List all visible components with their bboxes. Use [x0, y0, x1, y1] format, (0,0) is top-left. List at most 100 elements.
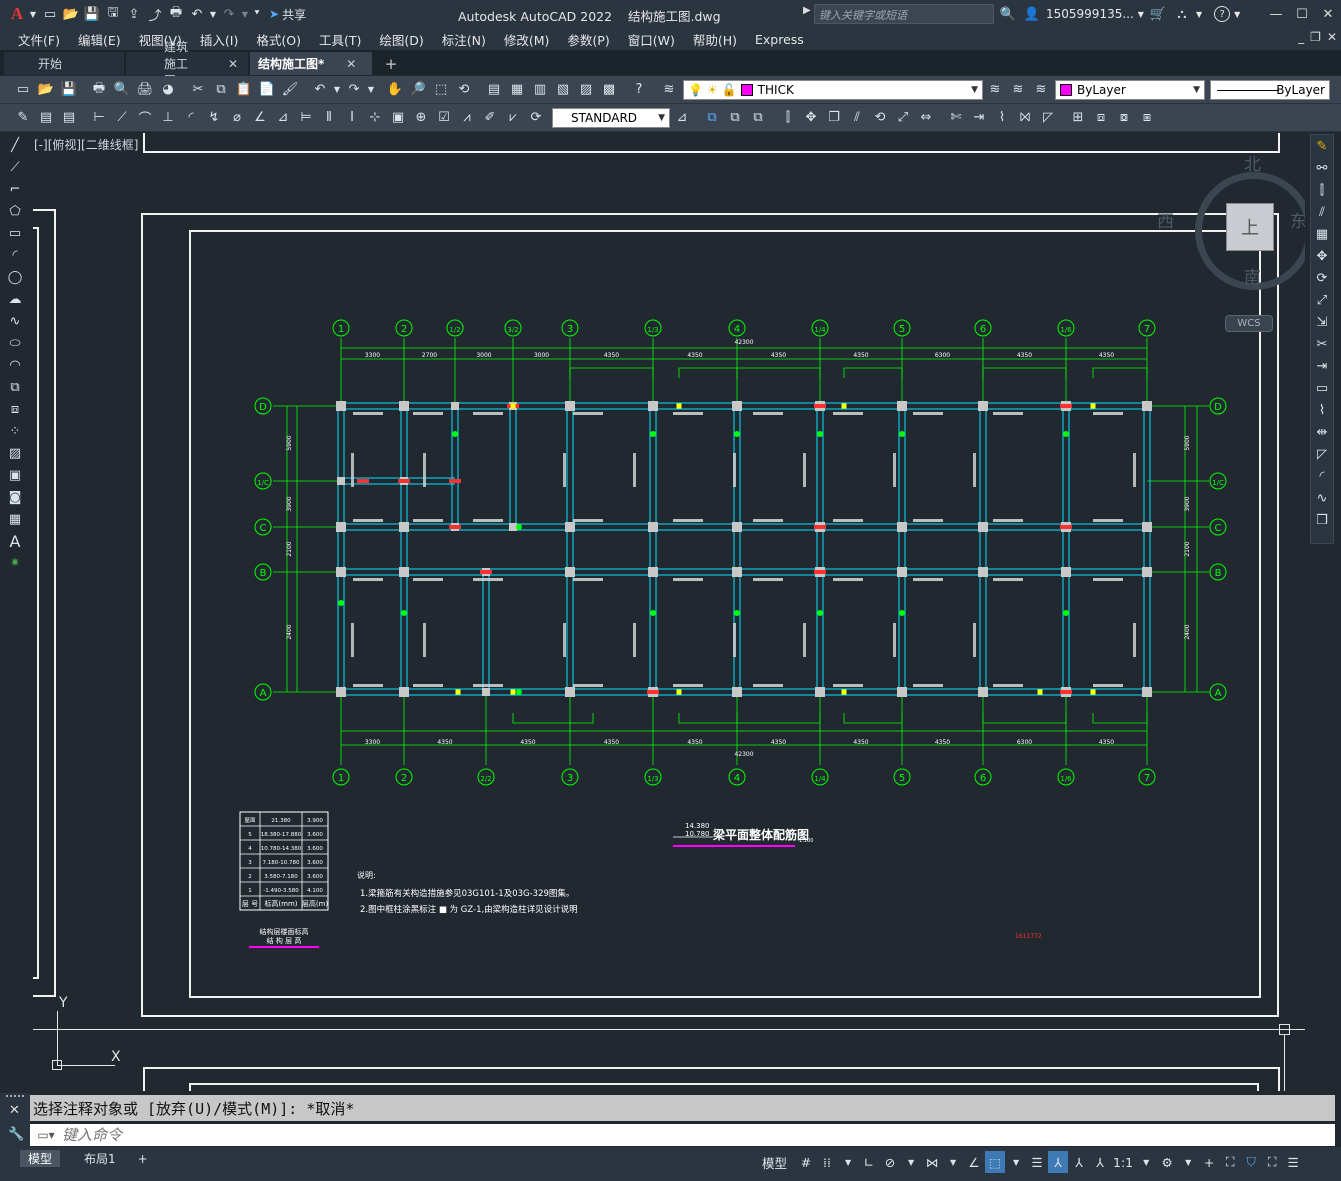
menu-draw[interactable]: 绘图(D): [371, 30, 433, 49]
ellipse-icon[interactable]: ⬭: [5, 332, 25, 354]
chamfer-icon[interactable]: ◸: [1037, 107, 1059, 129]
redo-icon[interactable]: ↷: [219, 4, 239, 24]
command-input-row[interactable]: ▭▾: [30, 1124, 1335, 1146]
viewcube-top-face[interactable]: 上: [1226, 203, 1274, 251]
publish-icon[interactable]: 🖨: [134, 79, 156, 101]
fillet-icon[interactable]: ◜: [1312, 465, 1332, 487]
new-icon[interactable]: ▭: [12, 79, 34, 101]
dim-break-icon[interactable]: ⊹: [364, 107, 386, 129]
blend-icon[interactable]: ∿: [1312, 487, 1332, 509]
add-selected-icon[interactable]: ⁕: [5, 552, 25, 574]
menu-modify[interactable]: 修改(M): [496, 30, 560, 49]
dim-angular-icon[interactable]: ∠: [249, 107, 271, 129]
save-icon[interactable]: 💾: [58, 79, 80, 101]
save-as-icon[interactable]: 🖫: [103, 4, 123, 24]
trim-icon[interactable]: ✄: [945, 107, 967, 129]
tab-architecture-drawing[interactable]: 建筑施工图 ✕: [126, 40, 248, 88]
user-icon[interactable]: 👤: [1022, 4, 1042, 24]
snap-icon[interactable]: ⁞⁞: [817, 1151, 837, 1173]
pan-icon[interactable]: ✋: [384, 79, 406, 101]
add-layout-icon[interactable]: +: [129, 1150, 156, 1167]
dim-edit-icon[interactable]: ✐: [479, 107, 501, 129]
extend-icon[interactable]: ⇥: [968, 107, 990, 129]
zoom-previous-icon[interactable]: ⟲: [453, 79, 475, 101]
snap-dropdown-icon[interactable]: ▼: [838, 1151, 858, 1173]
customize-wrench-icon[interactable]: 🔧: [8, 1127, 24, 1142]
preview-icon[interactable]: 🔍: [111, 79, 133, 101]
redo-icon[interactable]: ↷: [343, 79, 365, 101]
tab-close-icon[interactable]: ✕: [228, 57, 238, 71]
polar-dropdown-icon[interactable]: ▼: [901, 1151, 921, 1173]
workspace-dropdown-icon[interactable]: ▼: [1178, 1151, 1198, 1173]
object-snap-icon[interactable]: ⬚: [985, 1151, 1006, 1173]
workspace-gear-icon[interactable]: ⚙: [1157, 1151, 1177, 1173]
3d-print-icon[interactable]: ◕: [157, 79, 179, 101]
layout-tab-model[interactable]: 模型: [20, 1150, 61, 1167]
plot-icon[interactable]: 🖶: [166, 4, 186, 24]
help-dropdown-icon[interactable]: ▼: [1234, 10, 1240, 19]
annotate-icon[interactable]: ✎: [12, 107, 34, 129]
customize-qat-icon[interactable]: ⯆: [251, 4, 263, 24]
group-edit-icon[interactable]: ⧉: [747, 107, 769, 129]
viewcube-north[interactable]: 北: [1244, 150, 1261, 175]
menu-window[interactable]: 窗口(W): [620, 30, 685, 49]
dim-space-icon[interactable]: Ⅰ: [341, 107, 363, 129]
properties-icon[interactable]: ▤: [483, 79, 505, 101]
menu-insert[interactable]: 插入(I): [192, 30, 248, 49]
viewcube[interactable]: 北 西 东 南 上 WCS: [1157, 147, 1305, 332]
hatch-icon[interactable]: ▨: [5, 442, 25, 464]
autodesk-app-icon[interactable]: ⛬: [1172, 4, 1192, 24]
center-mark-icon[interactable]: ⊕: [410, 107, 432, 129]
scale-dropdown-icon[interactable]: ▼: [1136, 1151, 1156, 1173]
close-icon[interactable]: ✕: [1315, 0, 1341, 28]
paste-icon[interactable]: 📋: [233, 79, 255, 101]
undo-dropdown-icon[interactable]: ▼: [208, 4, 218, 24]
minimize-icon[interactable]: —: [1263, 0, 1289, 28]
app-menu-chevron-icon[interactable]: ▼: [28, 4, 38, 24]
grid-icon[interactable]: #: [796, 1151, 816, 1173]
lineweight-icon[interactable]: ☰: [1027, 1151, 1047, 1173]
layer-manager-icon[interactable]: ≋: [658, 79, 680, 101]
layout-tab-layout1[interactable]: 布局1: [76, 1150, 124, 1167]
command-recent-icon[interactable]: ▭▾: [30, 1125, 62, 1145]
write-block-icon[interactable]: ⧇: [1113, 107, 1135, 129]
spline-icon[interactable]: ∿: [5, 310, 25, 332]
object-tracking-icon[interactable]: ∠: [964, 1151, 984, 1173]
annotation-monitor-icon[interactable]: +: [1199, 1151, 1219, 1173]
extend-icon[interactable]: ⇥: [1312, 355, 1332, 377]
dim-diameter-icon[interactable]: ⌀: [226, 107, 248, 129]
zoom-realtime-icon[interactable]: 🔎: [407, 79, 429, 101]
redo-dropdown-icon[interactable]: ▼: [366, 79, 376, 101]
array-icon[interactable]: ▦: [1312, 223, 1332, 245]
undo-icon[interactable]: ↶: [309, 79, 331, 101]
tool-palettes-icon[interactable]: ▥: [529, 79, 551, 101]
match-properties-icon[interactable]: 🖌: [279, 79, 301, 101]
grip-square[interactable]: [1279, 1024, 1290, 1035]
attribute-icon[interactable]: ⧆: [1136, 107, 1158, 129]
dim-text-edit-icon[interactable]: ⩗: [502, 107, 524, 129]
layer-state-icon[interactable]: ≋: [1030, 79, 1052, 101]
open-icon[interactable]: 📂: [35, 79, 57, 101]
layer-dropdown[interactable]: 💡 ☀ 🔓 THICK ▼: [683, 79, 983, 100]
menu-help[interactable]: 帮助(H): [685, 30, 747, 49]
doc-minimize-icon[interactable]: _: [1298, 30, 1304, 44]
new-file-icon[interactable]: ▭: [40, 4, 60, 24]
save-icon[interactable]: 💾: [82, 4, 102, 24]
viewcube-east[interactable]: 东: [1290, 207, 1305, 232]
cut-icon[interactable]: ✂: [187, 79, 209, 101]
user-dropdown-icon[interactable]: ▼: [1138, 10, 1144, 19]
export-icon[interactable]: ⇪: [124, 4, 144, 24]
move-icon[interactable]: ✥: [800, 107, 822, 129]
sheet-set-icon[interactable]: ▧: [552, 79, 574, 101]
annotation-visibility-icon[interactable]: ⅄: [1048, 1151, 1069, 1173]
make-current-icon[interactable]: ≋: [984, 79, 1006, 101]
rectangle-icon[interactable]: ▭: [5, 222, 25, 244]
drawing-canvas[interactable]: [-][俯视][二维线框] 3300 2700 3000 3000 4350 4350 43…: [33, 133, 1305, 1091]
break-at-point-icon[interactable]: ▭: [1312, 377, 1332, 399]
dim-continue-icon[interactable]: ⫴: [318, 107, 340, 129]
point-icon[interactable]: ⁘: [5, 420, 25, 442]
command-input[interactable]: [62, 1126, 1335, 1144]
markup-icon[interactable]: ▨: [575, 79, 597, 101]
isodraft-icon[interactable]: ⋈: [922, 1151, 942, 1173]
publish-icon[interactable]: ⤴: [145, 4, 165, 24]
